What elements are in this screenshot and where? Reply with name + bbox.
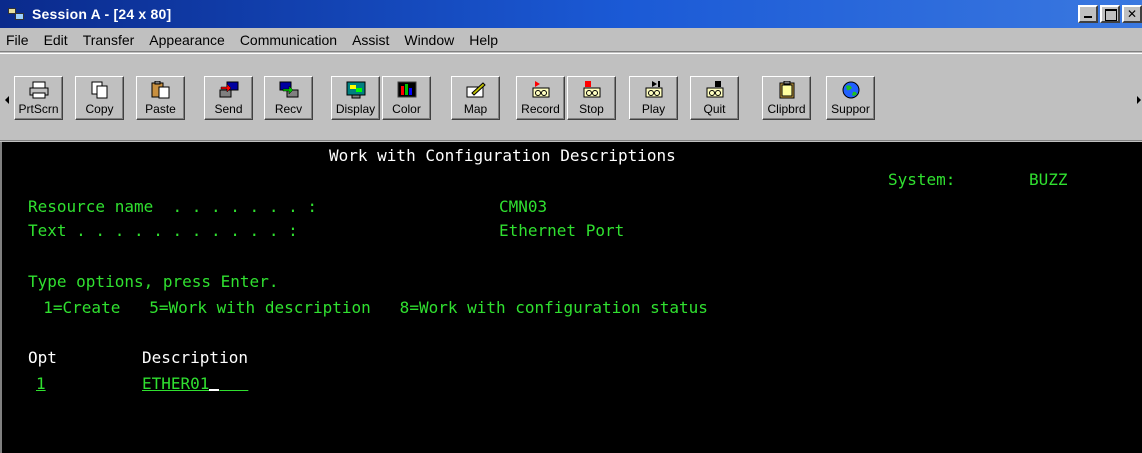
display-button[interactable]: Display (331, 76, 380, 120)
color-button[interactable]: Color (382, 76, 431, 120)
quit-label: Quit (703, 102, 726, 116)
toolbar-scroll-right-icon[interactable] (1137, 96, 1141, 104)
stop-label: Stop (579, 102, 604, 116)
display-icon (345, 80, 367, 100)
map-label: Map (463, 102, 488, 116)
clipboard-button[interactable]: Clipbrd (762, 76, 811, 120)
resource-name-value: CMN03 (499, 197, 548, 216)
copy-icon (89, 80, 111, 100)
field-padding (219, 374, 248, 393)
play-icon (643, 80, 665, 100)
paste-icon (150, 80, 172, 100)
paste-button[interactable]: Paste (136, 76, 185, 120)
window-title: Session A - [24 x 80] (32, 6, 172, 22)
system-value: BUZZ (1029, 170, 1068, 189)
text-value: Ethernet Port (499, 221, 625, 240)
copy-label: Copy (85, 102, 114, 116)
text-cursor (209, 389, 220, 391)
color-label: Color (392, 102, 421, 116)
quit-icon (704, 80, 726, 100)
toolbar: PrtScrn Copy Paste Send Recv Display Col… (0, 53, 1142, 141)
opt-input-field[interactable]: 1 (36, 374, 46, 394)
support-button[interactable]: Suppor (826, 76, 875, 120)
support-globe-icon (840, 80, 862, 100)
minimize-button[interactable] (1078, 5, 1098, 23)
session-app-icon[interactable] (8, 6, 26, 22)
maximize-button[interactable] (1100, 5, 1120, 23)
screen-title: Work with Configuration Descriptions (329, 146, 676, 165)
menu-window[interactable]: Window (404, 32, 454, 48)
stop-icon (581, 80, 603, 100)
receive-label: Recv (274, 102, 303, 116)
description-input-field[interactable]: ETHER01 (142, 374, 248, 394)
printer-icon (28, 80, 50, 100)
opt-column-header: Opt (28, 348, 57, 367)
display-label: Display (335, 102, 376, 116)
terminal-screen[interactable]: Work with Configuration Descriptions Sys… (0, 142, 1142, 453)
send-icon (218, 80, 240, 100)
send-button[interactable]: Send (204, 76, 253, 120)
menu-edit[interactable]: Edit (44, 32, 68, 48)
system-label: System: (888, 170, 956, 189)
menu-bar: File Edit Transfer Appearance Communicat… (0, 28, 1142, 52)
print-screen-button[interactable]: PrtScrn (14, 76, 63, 120)
record-icon (530, 80, 552, 100)
stop-button[interactable]: Stop (567, 76, 616, 120)
receive-icon (278, 80, 300, 100)
menu-communication[interactable]: Communication (240, 32, 337, 48)
play-label: Play (641, 102, 666, 116)
send-label: Send (214, 102, 243, 116)
instructions-text: Type options, press Enter. (28, 272, 279, 291)
window-controls: ✕ (1078, 5, 1142, 23)
clipboard-label: Clipbrd (767, 102, 806, 116)
quit-button[interactable]: Quit (690, 76, 739, 120)
color-icon (396, 80, 418, 100)
support-label: Suppor (831, 102, 870, 116)
text-label: Text . . . . . . . . . . . : (28, 221, 298, 240)
menu-appearance[interactable]: Appearance (149, 32, 225, 48)
menu-transfer[interactable]: Transfer (83, 32, 135, 48)
record-button[interactable]: Record (516, 76, 565, 120)
clipboard-icon (776, 80, 798, 100)
paste-label: Paste (145, 102, 176, 116)
title-bar: Session A - [24 x 80] ✕ (0, 0, 1142, 28)
close-button[interactable]: ✕ (1122, 5, 1142, 23)
map-button[interactable]: Map (451, 76, 500, 120)
map-icon (465, 80, 487, 100)
toolbar-scroll-left-icon[interactable] (5, 96, 9, 104)
print-screen-label: PrtScrn (18, 102, 59, 116)
receive-button[interactable]: Recv (264, 76, 313, 120)
menu-assist[interactable]: Assist (352, 32, 389, 48)
play-button[interactable]: Play (629, 76, 678, 120)
menu-file[interactable]: File (6, 32, 29, 48)
description-column-header: Description (142, 348, 248, 367)
options-legend: 1=Create 5=Work with description 8=Work … (24, 298, 708, 317)
description-value: ETHER01 (142, 374, 210, 393)
copy-button[interactable]: Copy (75, 76, 124, 120)
record-label: Record (521, 102, 560, 116)
menu-help[interactable]: Help (469, 32, 498, 48)
resource-name-label: Resource name . . . . . . . : (28, 197, 317, 216)
